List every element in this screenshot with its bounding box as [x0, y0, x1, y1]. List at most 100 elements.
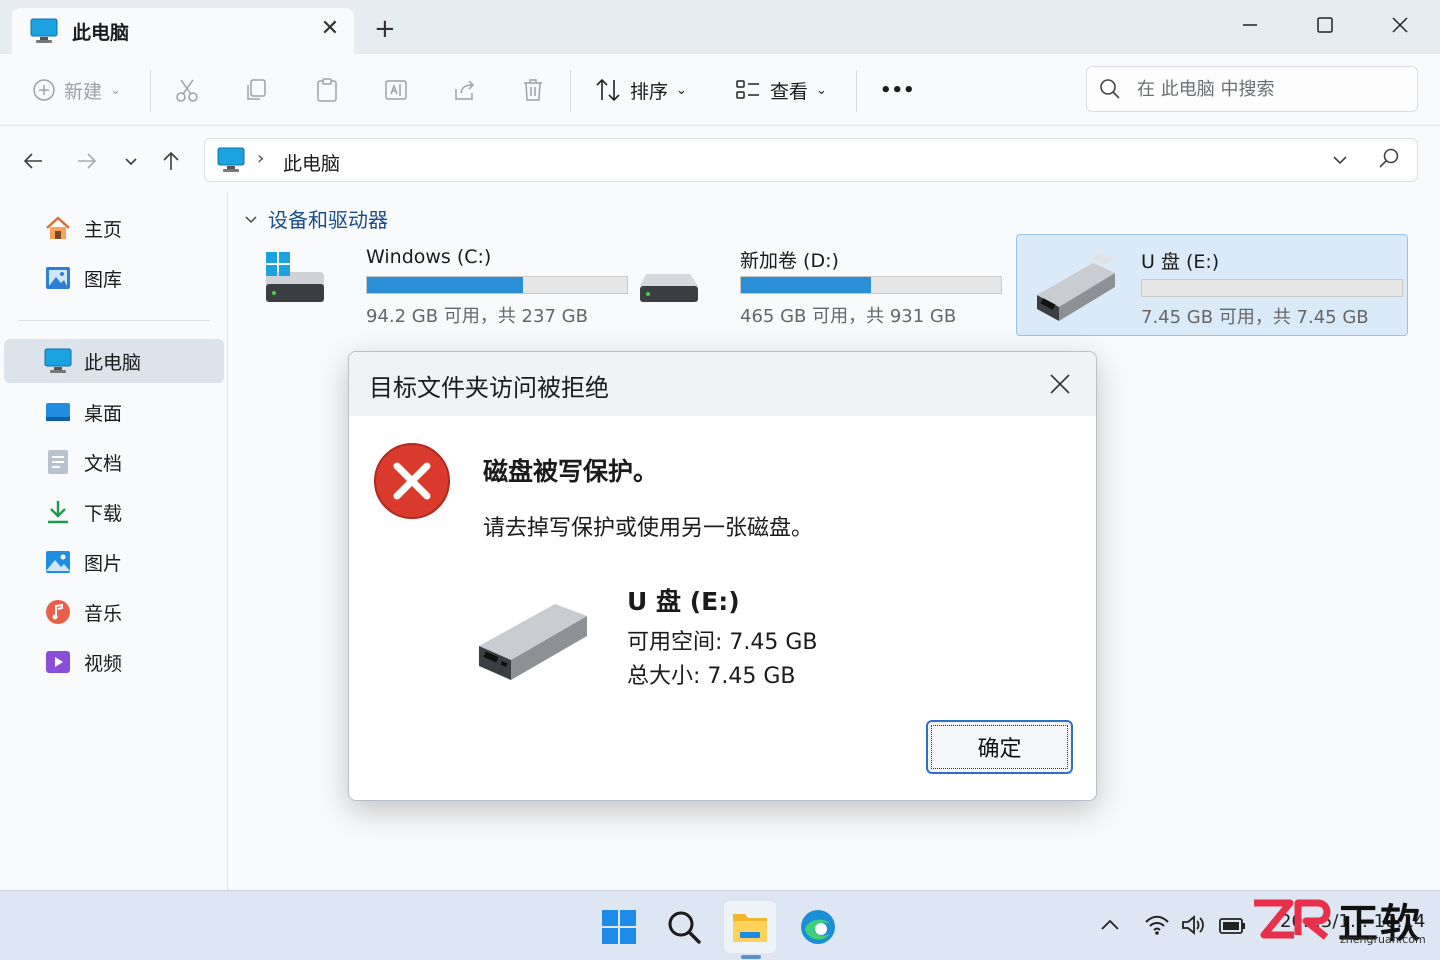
drive-c[interactable]: Windows (C:) 94.2 GB 可用，共 237 GB: [242, 234, 634, 336]
cut-button[interactable]: [174, 72, 200, 108]
chevron-down-icon: ⌄: [676, 82, 687, 98]
address-bar[interactable]: › 此电脑: [204, 138, 1418, 182]
plus-circle-icon: [33, 79, 55, 101]
back-button[interactable]: [18, 146, 48, 176]
chevron-down-icon: [245, 215, 257, 223]
active-app-indicator: [741, 955, 761, 959]
show-hidden-icons-button[interactable]: [1098, 913, 1122, 937]
up-button[interactable]: [156, 146, 186, 176]
usb-drive-icon: [1031, 249, 1121, 327]
view-list-icon: [736, 80, 759, 99]
dialog-drive-name: U 盘 (E:): [627, 587, 740, 616]
hard-drive-windows-icon: [258, 252, 328, 312]
sidebar-item-label: 桌面: [84, 402, 123, 425]
chevron-right-icon[interactable]: ›: [257, 148, 264, 169]
dialog-close-button[interactable]: [1042, 366, 1078, 402]
sidebar-item-this-pc[interactable]: 此电脑: [4, 339, 224, 383]
sidebar-item-home[interactable]: 主页: [4, 206, 224, 250]
drive-name: 新加卷 (D:): [740, 250, 839, 272]
section-header-devices[interactable]: 设备和驱动器: [244, 204, 388, 233]
share-button[interactable]: [452, 72, 478, 108]
chevron-down-icon: [125, 158, 137, 166]
taskbar-file-explorer[interactable]: [724, 901, 776, 953]
search-input[interactable]: [1137, 78, 1397, 100]
drive-usage-bar: [740, 276, 1002, 294]
divider: [570, 70, 571, 112]
sidebar-item-downloads[interactable]: 下载: [4, 490, 224, 534]
drive-free-space: 7.45 GB 可用，共 7.45 GB: [1141, 307, 1369, 328]
sidebar-item-pictures[interactable]: 图片: [4, 540, 224, 584]
copy-button[interactable]: [244, 72, 270, 108]
taskbar-search-button[interactable]: [658, 901, 710, 953]
sidebar-item-label: 下载: [84, 502, 123, 525]
search-icon: [1100, 79, 1120, 99]
sidebar-item-label: 图库: [84, 268, 123, 291]
copy-icon: [247, 79, 266, 100]
maximize-button[interactable]: [1302, 6, 1348, 44]
close-window-button[interactable]: [1377, 6, 1423, 44]
access-denied-dialog: 目标文件夹访问被拒绝 磁盘被写保护。 请去掉写保护或使用另一张磁盘。 U 盘 (…: [348, 351, 1097, 801]
drive-usage-bar: [366, 276, 628, 294]
more-icon: •••: [880, 79, 915, 101]
tab-this-pc[interactable]: 此电脑 ✕: [12, 8, 354, 54]
paste-button[interactable]: [314, 72, 340, 108]
address-search-button[interactable]: [1377, 147, 1401, 175]
view-label: 查看: [770, 80, 809, 103]
taskbar: 20…5/1… 10:14 正软 zhengruan.com: [0, 890, 1440, 960]
sidebar-item-music[interactable]: 音乐: [4, 590, 224, 634]
drive-usage-fill: [367, 277, 523, 293]
clipboard-icon: [317, 78, 337, 102]
view-button[interactable]: 查看 ⌄: [734, 72, 827, 108]
volume-button[interactable]: [1180, 913, 1206, 937]
wifi-icon: [1145, 915, 1169, 935]
wifi-button[interactable]: [1144, 913, 1170, 937]
section-title: 设备和驱动器: [268, 208, 388, 232]
sidebar-item-documents[interactable]: 文档: [4, 440, 224, 484]
address-history-button[interactable]: [1329, 149, 1351, 175]
sort-arrows-icon: [596, 78, 620, 102]
breadcrumb-this-pc[interactable]: 此电脑: [283, 149, 340, 176]
sidebar-item-desktop[interactable]: 桌面: [4, 390, 224, 434]
dialog-total-size: 总大小: 7.45 GB: [627, 664, 796, 689]
dialog-heading: 磁盘被写保护。: [483, 457, 659, 486]
battery-button[interactable]: [1218, 913, 1246, 937]
gallery-icon: [46, 267, 70, 289]
drive-d[interactable]: 新加卷 (D:) 465 GB 可用，共 931 GB: [616, 234, 1008, 336]
drive-e[interactable]: U 盘 (E:) 7.45 GB 可用，共 7.45 GB: [1016, 234, 1408, 336]
usb-drive-icon: [475, 596, 591, 686]
home-icon: [46, 216, 70, 239]
rename-button[interactable]: [383, 72, 409, 108]
dialog-title: 目标文件夹访问被拒绝: [369, 374, 609, 402]
watermark-url: zhengruan.com: [1340, 933, 1426, 946]
drive-free-space: 94.2 GB 可用，共 237 GB: [366, 306, 588, 327]
error-icon: [373, 442, 451, 524]
taskbar-edge-browser[interactable]: [792, 901, 844, 953]
sidebar-item-videos[interactable]: 视频: [4, 640, 224, 684]
chevron-down-icon: ⌄: [816, 82, 827, 98]
monitor-icon: [217, 147, 245, 177]
monitor-icon: [30, 18, 58, 48]
new-tab-button[interactable]: +: [374, 14, 396, 44]
drive-free-space: 465 GB 可用，共 931 GB: [740, 306, 957, 327]
search-box[interactable]: [1086, 66, 1418, 112]
sort-button[interactable]: 排序 ⌄: [594, 72, 687, 108]
sidebar-item-label: 主页: [84, 218, 123, 241]
delete-button[interactable]: [520, 72, 546, 108]
new-button[interactable]: 新建 ⌄: [32, 72, 121, 108]
sidebar-item-label: 音乐: [84, 602, 123, 625]
close-icon: [1392, 17, 1408, 33]
more-options-button[interactable]: •••: [880, 72, 915, 108]
ok-button[interactable]: 确定: [926, 720, 1073, 774]
forward-button[interactable]: [72, 146, 102, 176]
navigation-bar: › 此电脑: [0, 126, 1440, 192]
zr-logo-icon: [1254, 899, 1331, 940]
recent-locations-button[interactable]: [116, 146, 146, 176]
minimize-button[interactable]: [1227, 6, 1273, 44]
sidebar-item-label: 图片: [84, 552, 123, 575]
edge-browser-icon: [801, 910, 835, 944]
title-bar: 此电脑 ✕ +: [0, 0, 1440, 54]
sidebar-item-gallery[interactable]: 图库: [4, 256, 224, 300]
tab-close-icon[interactable]: ✕: [318, 16, 342, 41]
search-icon: [668, 911, 701, 944]
start-button[interactable]: [593, 901, 645, 953]
